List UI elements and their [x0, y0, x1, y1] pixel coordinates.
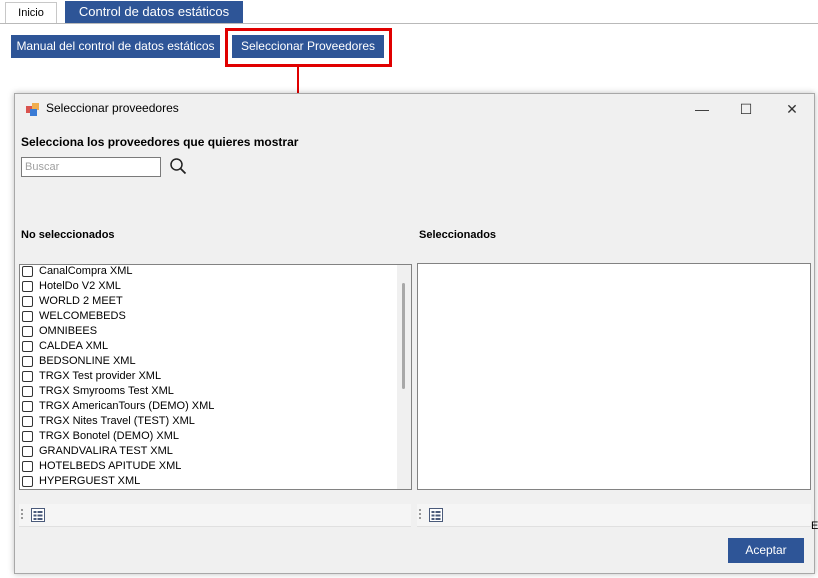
item-checkbox[interactable]: [22, 461, 33, 472]
item-label: HYPERGUEST XML: [39, 475, 141, 487]
item-checkbox[interactable]: [22, 386, 33, 397]
tab-inicio[interactable]: Inicio: [5, 2, 57, 23]
item-checkbox[interactable]: [22, 311, 33, 322]
item-label: WELCOMEBEDS: [39, 310, 126, 322]
minimize-button[interactable]: —: [687, 98, 717, 120]
unselected-label: No seleccionados: [21, 229, 115, 241]
list-view-icon[interactable]: [428, 507, 444, 523]
item-checkbox[interactable]: [22, 416, 33, 427]
close-button[interactable]: ✕: [777, 98, 807, 120]
highlight-box: [225, 28, 392, 67]
item-checkbox[interactable]: [22, 431, 33, 442]
list-view-icon[interactable]: [30, 507, 46, 523]
item-label: WORLD 2 MEET: [39, 295, 123, 307]
item-label: CanalCompra XML: [39, 265, 133, 277]
dialog-heading: Selecciona los proveedores que quieres m…: [21, 135, 299, 149]
search-icon[interactable]: [169, 157, 187, 175]
maximize-button[interactable]: ☐: [731, 98, 761, 120]
item-label: BEDSONLINE XML: [39, 355, 136, 367]
scrollbar-thumb[interactable]: [402, 283, 405, 389]
item-label: HOTELBEDS APITUDE XML: [39, 460, 182, 472]
unselected-list[interactable]: CanalCompra XML HotelDo V2 XML WORLD 2 MEE…: [19, 264, 412, 490]
item-label: TRGX Bonotel (DEMO) XML: [39, 430, 179, 442]
list-scrollbar[interactable]: [397, 265, 411, 489]
search-input[interactable]: [21, 157, 161, 177]
item-label: TRGX Nites Travel (TEST) XML: [39, 415, 195, 427]
item-label: TRGX AmericanTours (DEMO) XML: [39, 400, 215, 412]
item-checkbox[interactable]: [22, 326, 33, 337]
manual-button[interactable]: Manual del control de datos estáticos: [11, 35, 220, 58]
tab-bar: Inicio Control de datos estáticos: [0, 0, 818, 24]
toolstrip-grip: [419, 509, 421, 521]
item-label: TRGX Test provider XML: [39, 370, 162, 382]
item-label: TRGX Smyrooms Test XML: [39, 385, 174, 397]
item-checkbox[interactable]: [22, 341, 33, 352]
app-icon: [26, 103, 39, 116]
stray-text: E: [811, 520, 818, 532]
selected-list[interactable]: [417, 263, 811, 490]
item-checkbox[interactable]: [22, 371, 33, 382]
right-toolstrip: [417, 504, 811, 527]
selected-label: Seleccionados: [419, 229, 497, 241]
item-checkbox[interactable]: [22, 356, 33, 367]
item-label: OMNIBEES: [39, 325, 98, 337]
tab-control-datos[interactable]: Control de datos estáticos: [65, 1, 243, 23]
item-label: CALDEA XML: [39, 340, 109, 352]
item-checkbox[interactable]: [22, 281, 33, 292]
item-checkbox[interactable]: [22, 266, 33, 277]
dialog-titlebar: Seleccionar proveedores — ☐ ✕: [15, 94, 814, 124]
dialog-title: Seleccionar proveedores: [46, 101, 179, 115]
item-checkbox[interactable]: [22, 446, 33, 457]
item-label: GRANDVALIRA TEST XML: [39, 445, 173, 457]
item-checkbox[interactable]: [22, 296, 33, 307]
item-checkbox[interactable]: [22, 401, 33, 412]
left-toolstrip: [19, 504, 411, 527]
item-checkbox[interactable]: [22, 476, 33, 487]
select-providers-dialog: Seleccionar proveedores — ☐ ✕ Selecciona…: [14, 93, 815, 574]
accept-button[interactable]: Aceptar: [728, 538, 804, 563]
toolstrip-grip: [21, 509, 23, 521]
annotation-arrow: [297, 64, 299, 96]
item-label: HotelDo V2 XML: [39, 280, 121, 292]
